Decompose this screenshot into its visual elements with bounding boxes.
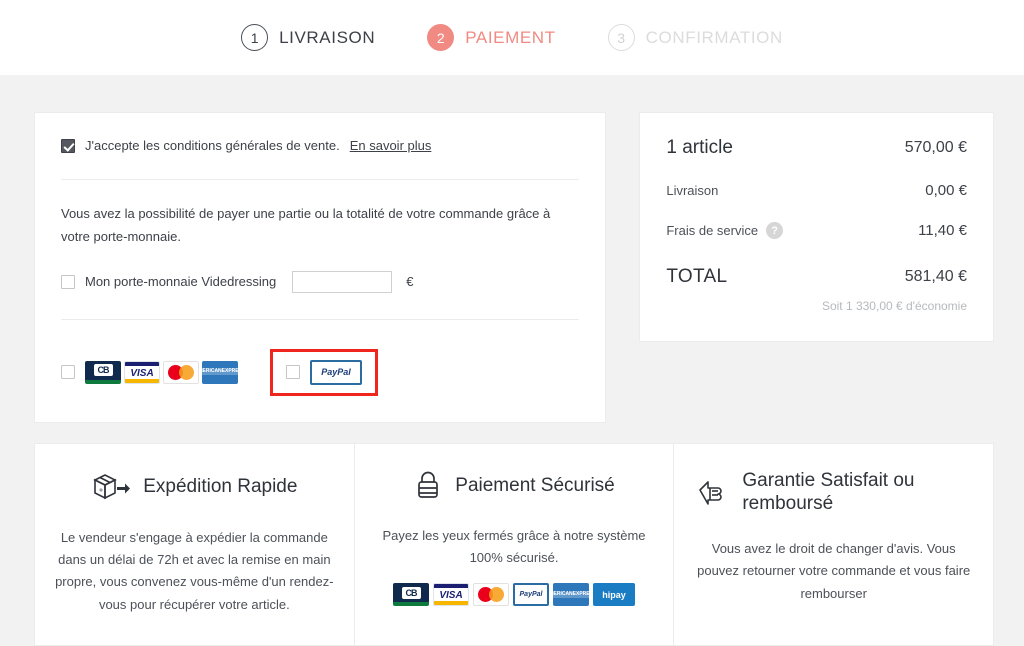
shipping-box-icon <box>93 473 131 499</box>
feature-payment-logos: CB VISA PayPal AMERICANEXPRESS hipay <box>375 583 654 607</box>
paypal-checkbox[interactable] <box>286 365 300 379</box>
terms-checkbox[interactable] <box>61 138 75 153</box>
feature-paiement-head: Paiement Sécurisé <box>375 469 654 503</box>
feature-expedition-body: Le vendeur s'engage à expédier la comman… <box>55 529 334 612</box>
panel-divider-2 <box>61 318 580 320</box>
thumbs-up-icon <box>699 481 723 506</box>
feature-garantie-title: Garantie Satisfait ou remboursé <box>742 469 915 515</box>
summary-savings: Soit 1 330,00 € d'économie <box>821 299 967 313</box>
summary-frais-value: 11,40 € <box>918 222 967 239</box>
summary-row-frais: Frais de service ? 11,40 € <box>666 222 967 239</box>
feature-expedition: Expédition Rapide Le vendeur s'engage à … <box>35 444 354 645</box>
feature-paiement-title: Paiement Sécurisé <box>455 474 615 496</box>
summary-total-label: TOTAL <box>666 266 728 287</box>
checkout-page: J'accepte les conditions générales de ve… <box>0 75 1024 646</box>
feature-garantie-body: Vous avez le droit de changer d'avis. Vo… <box>697 541 971 601</box>
wallet-currency-symbol: € <box>406 274 414 289</box>
cb-icon: CB <box>393 583 429 607</box>
feature-garantie: Garantie Satisfait ou remboursé Vous ave… <box>673 443 993 645</box>
wallet-row[interactable]: Mon porte-monnaie Videdressing € <box>61 270 579 293</box>
step-3-label: CONFIRMATION <box>645 27 783 47</box>
summary-livraison-value: 0,00 € <box>925 182 967 199</box>
summary-frais-label: Frais de service <box>666 223 759 238</box>
hipay-icon: hipay <box>593 583 635 607</box>
wallet-description: Vous avez la possibilité de payer une pa… <box>61 206 551 244</box>
terms-label: J'accepte les conditions générales de ve… <box>85 138 340 153</box>
summary-row-total: TOTAL 581,40 € <box>666 266 967 288</box>
step-paiement[interactable]: 2 PAIEMENT <box>427 24 555 51</box>
feature-paiement: Paiement Sécurisé Payez les yeux fermés … <box>353 443 674 645</box>
cb-icon: CB <box>85 360 121 384</box>
order-summary-panel: 1 article 570,00 € Livraison 0,00 € Frai… <box>639 112 994 342</box>
panel-divider-1 <box>61 179 580 180</box>
feature-paiement-body: Payez les yeux fermés grâce à notre syst… <box>382 527 646 565</box>
step-1-label: LIVRAISON <box>279 27 376 47</box>
feature-expedition-head: Expédition Rapide <box>55 469 334 505</box>
card-logo-group: CB VISA AMERICANEXPRESS <box>85 360 238 384</box>
paypal-payment-option[interactable]: PayPal <box>270 348 378 396</box>
paypal-icon: PayPal <box>310 359 362 385</box>
visa-icon: VISA <box>433 583 469 607</box>
summary-livraison-label: Livraison <box>666 183 719 198</box>
card-payment-option[interactable]: CB VISA AMERICANEXPRESS <box>61 360 238 384</box>
summary-row-article: 1 article 570,00 € <box>666 137 967 159</box>
step-3-badge: 3 <box>607 24 635 51</box>
wallet-label: Mon porte-monnaie Videdressing <box>85 274 277 289</box>
step-2-label: PAIEMENT <box>465 27 556 47</box>
card-payment-checkbox[interactable] <box>61 365 75 379</box>
amex-icon: AMERICANEXPRESS <box>553 583 589 607</box>
paypal-icon: PayPal <box>513 583 549 607</box>
summary-frais-label-wrap: Frais de service ? <box>666 222 784 239</box>
padlock-icon <box>418 471 439 498</box>
feature-expedition-title: Expédition Rapide <box>143 475 298 497</box>
summary-row-livraison: Livraison 0,00 € <box>666 182 967 199</box>
summary-article-value: 570,00 € <box>904 139 967 156</box>
mastercard-icon <box>163 360 199 384</box>
mastercard-icon <box>473 583 509 607</box>
checkout-stepper: 1 LIVRAISON 2 PAIEMENT 3 CONFIRMATION <box>0 0 1024 75</box>
step-livraison[interactable]: 1 LIVRAISON <box>241 24 375 51</box>
features-strip: Expédition Rapide Le vendeur s'engage à … <box>34 442 994 646</box>
visa-icon: VISA <box>124 360 160 384</box>
terms-row[interactable]: J'accepte les conditions générales de ve… <box>61 135 579 153</box>
help-icon[interactable]: ? <box>766 222 784 239</box>
wallet-amount-input[interactable] <box>292 270 393 293</box>
wallet-checkbox[interactable] <box>61 274 75 289</box>
amex-icon: AMERICANEXPRESS <box>202 360 238 384</box>
step-2-badge: 2 <box>427 24 455 51</box>
payment-methods-row: CB VISA AMERICANEXPRESS PayPal <box>61 348 579 396</box>
summary-article-label: 1 article <box>666 137 733 158</box>
payment-panel: J'accepte les conditions générales de ve… <box>34 112 607 423</box>
summary-total-value: 581,40 € <box>904 268 967 285</box>
feature-garantie-head: Garantie Satisfait ou remboursé <box>694 469 973 517</box>
step-confirmation: 3 CONFIRMATION <box>607 24 783 51</box>
terms-learn-more-link[interactable]: En savoir plus <box>350 138 432 153</box>
step-1-badge: 1 <box>241 24 269 51</box>
